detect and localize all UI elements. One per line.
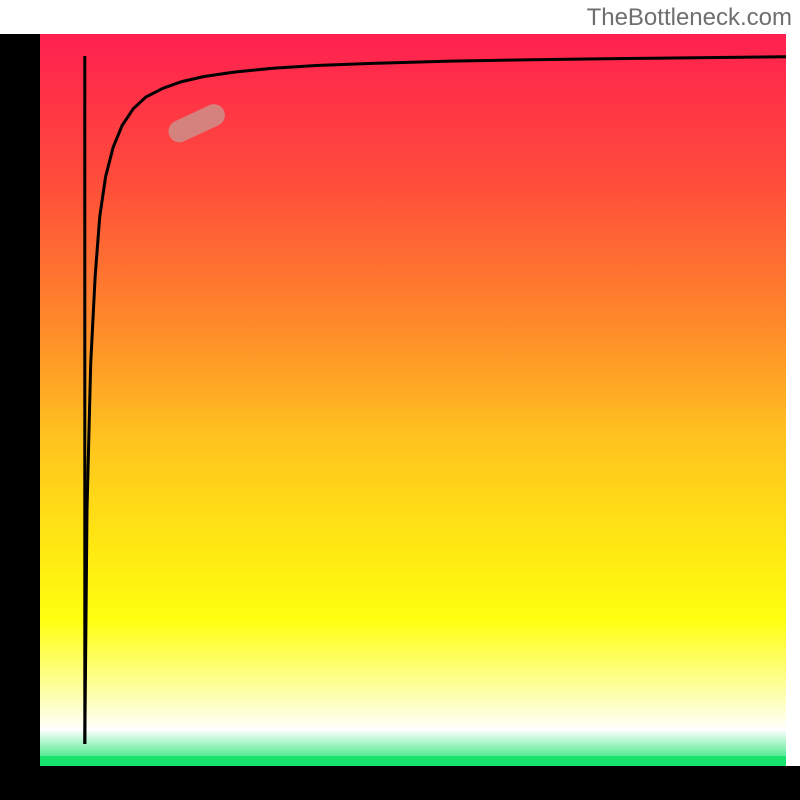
chart-root: TheBottleneck.com bbox=[0, 0, 800, 800]
x-axis-bar bbox=[0, 766, 800, 800]
y-axis-bar bbox=[0, 34, 40, 800]
plot-background bbox=[40, 34, 786, 766]
chart-svg bbox=[0, 0, 800, 800]
green-strip bbox=[40, 756, 786, 766]
attribution-text: TheBottleneck.com bbox=[587, 4, 792, 32]
